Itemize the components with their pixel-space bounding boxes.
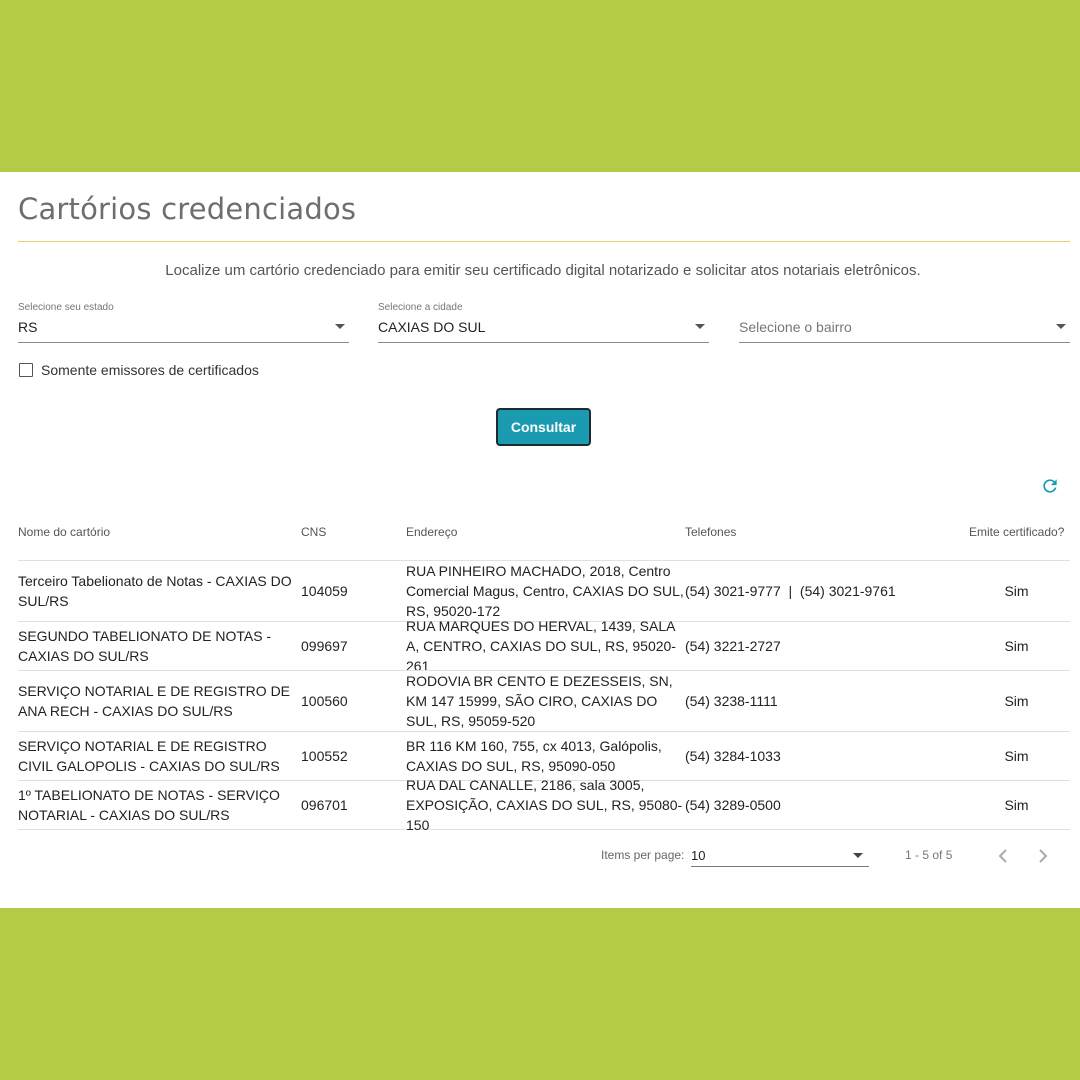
items-per-page-label: Items per page: <box>601 848 685 862</box>
estado-select-label: Selecione seu estado <box>18 302 114 313</box>
cell-endereco: RUA DAL CANALLE, 2186, sala 3005, EXPOSI… <box>406 777 683 833</box>
column-header-nome[interactable]: Nome do cartório <box>18 525 110 539</box>
cell-emite: Sim <box>1004 638 1029 654</box>
cell-telefones: (54) 3021-9777 | (54) 3021-9761 <box>685 583 896 599</box>
chevron-down-icon <box>335 324 345 329</box>
cartorios-table: Terceiro Tabelionato de Notas - CAXIAS D… <box>18 560 1070 833</box>
main-panel: Cartórios credenciados Localize um cartó… <box>0 172 1080 908</box>
cell-nome: SEGUNDO TABELIONATO DE NOTAS - CAXIAS DO… <box>18 628 272 664</box>
column-header-cns[interactable]: CNS <box>301 525 326 539</box>
cell-telefones: (54) 3238-1111 <box>685 693 778 709</box>
page-title: Cartórios credenciados <box>18 192 357 226</box>
items-per-page-value: 10 <box>691 848 706 863</box>
cell-endereco: RODOVIA BR CENTO E DEZESSEIS, SN, KM 147… <box>406 673 673 729</box>
chevron-down-icon <box>1056 324 1066 329</box>
cell-cns: 100552 <box>301 748 348 764</box>
cell-endereco: RUA MARQUES DO HERVAL, 1439, SALA A, CEN… <box>406 618 676 674</box>
table-row[interactable]: SERVIÇO NOTARIAL E DE REGISTRO CIVIL GAL… <box>18 731 1070 780</box>
cell-endereco: BR 116 KM 160, 755, cx 4013, Galópolis, … <box>406 738 662 774</box>
table-row[interactable]: SERVIÇO NOTARIAL E DE REGISTRO DE ANA RE… <box>18 670 1070 731</box>
column-header-telefones[interactable]: Telefones <box>685 525 736 539</box>
cidade-select-value: CAXIAS DO SUL <box>378 319 486 335</box>
cell-cns: 104059 <box>301 583 348 599</box>
bairro-select[interactable]: Selecione o bairro <box>739 300 1070 343</box>
chevron-down-icon <box>853 853 863 858</box>
cell-emite: Sim <box>1004 748 1029 764</box>
cell-emite: Sim <box>1004 797 1029 813</box>
cell-nome: 1º TABELIONATO DE NOTAS - SERVIÇO NOTARI… <box>18 787 280 823</box>
cidade-select-label: Selecione a cidade <box>378 302 463 313</box>
cell-emite: Sim <box>1004 583 1029 599</box>
items-per-page-select[interactable]: 10 <box>691 844 869 867</box>
page-subtitle: Localize um cartório credenciado para em… <box>165 262 921 279</box>
top-green-band <box>0 0 1080 172</box>
pagination-range: 1 - 5 of 5 <box>905 848 953 862</box>
bottom-green-band <box>0 908 1080 1080</box>
bairro-select-placeholder: Selecione o bairro <box>739 319 852 335</box>
cell-nome: SERVIÇO NOTARIAL E DE REGISTRO CIVIL GAL… <box>18 738 280 774</box>
cell-telefones: (54) 3284-1033 <box>685 748 781 764</box>
cell-cns: 099697 <box>301 638 348 654</box>
table-row[interactable]: Terceiro Tabelionato de Notas - CAXIAS D… <box>18 560 1070 621</box>
title-divider <box>18 241 1070 242</box>
table-row[interactable]: 1º TABELIONATO DE NOTAS - SERVIÇO NOTARI… <box>18 777 1070 833</box>
cidade-select[interactable]: Selecione a cidade CAXIAS DO SUL <box>378 300 709 343</box>
cell-endereco: RUA PINHEIRO MACHADO, 2018, Centro Comer… <box>406 563 684 619</box>
consultar-button[interactable]: Consultar <box>496 408 591 446</box>
cell-nome: SERVIÇO NOTARIAL E DE REGISTRO DE ANA RE… <box>18 683 291 719</box>
chevron-right-icon[interactable] <box>1031 844 1055 868</box>
estado-select-value: RS <box>18 319 38 335</box>
cell-telefones: (54) 3221-2727 <box>685 638 781 654</box>
cell-cns: 096701 <box>301 797 348 813</box>
chevron-left-icon[interactable] <box>991 844 1015 868</box>
refresh-icon[interactable] <box>1040 476 1060 496</box>
estado-select[interactable]: Selecione seu estado RS <box>18 300 349 343</box>
chevron-down-icon <box>695 324 705 329</box>
column-header-endereco[interactable]: Endereço <box>406 525 457 539</box>
emissores-checkbox[interactable] <box>19 363 33 377</box>
cell-cns: 100560 <box>301 693 348 709</box>
cell-telefones: (54) 3289-0500 <box>685 797 781 813</box>
emissores-checkbox-label[interactable]: Somente emissores de certificados <box>41 362 259 378</box>
table-row[interactable]: SEGUNDO TABELIONATO DE NOTAS - CAXIAS DO… <box>18 618 1070 674</box>
column-header-emite[interactable]: Emite certificado? <box>969 525 1064 539</box>
cell-nome: Terceiro Tabelionato de Notas - CAXIAS D… <box>18 573 292 609</box>
cell-emite: Sim <box>1004 693 1029 709</box>
